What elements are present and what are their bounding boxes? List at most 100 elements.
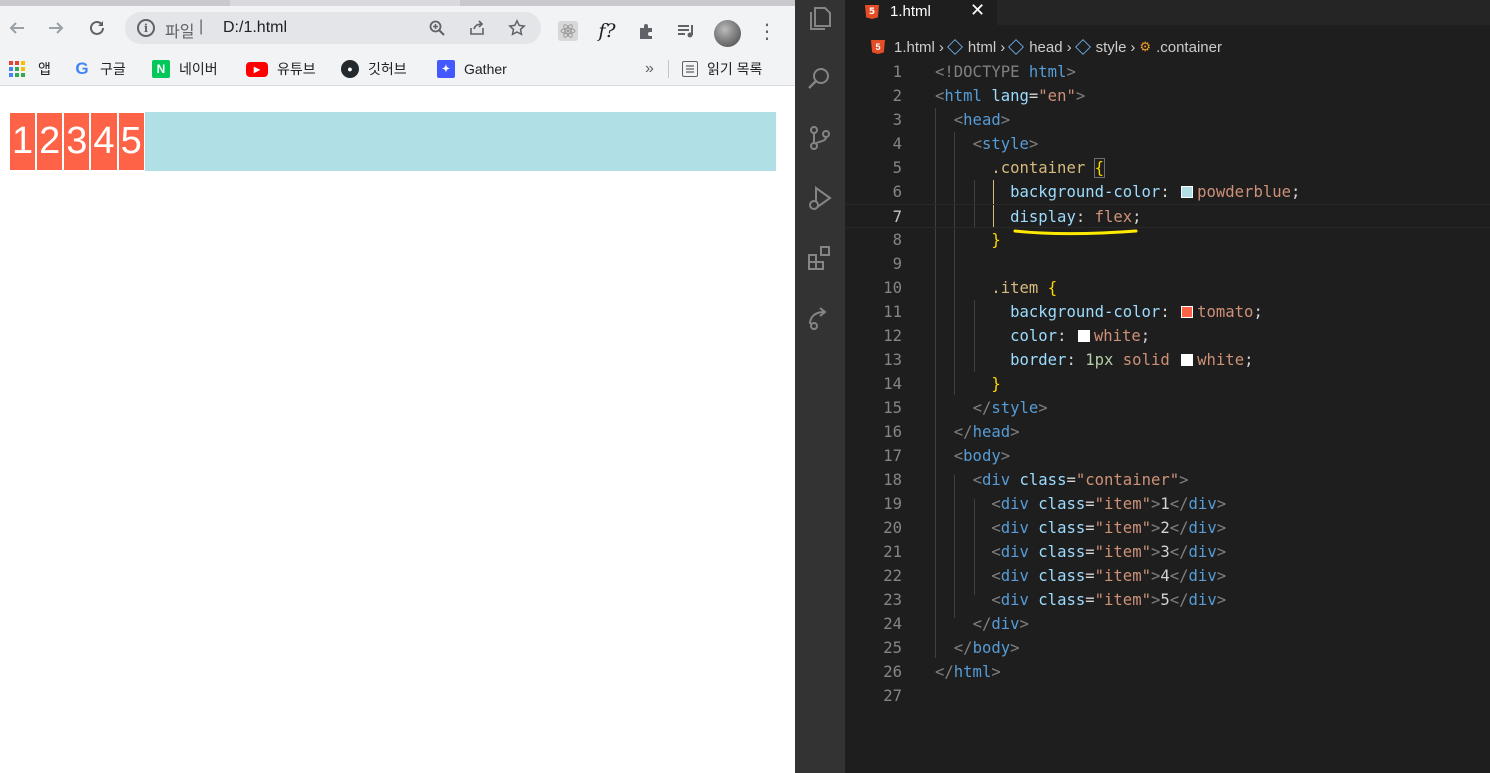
bookmark-google[interactable]: G 구글 — [73, 59, 125, 79]
github-icon: ● — [341, 60, 359, 78]
kebab-menu-icon[interactable]: ⋮ — [756, 19, 778, 43]
reading-list-button[interactable]: 읽기 목록 — [682, 59, 762, 79]
code-token: </ — [953, 639, 973, 657]
code-token: background-color — [1010, 183, 1161, 201]
explorer-icon[interactable] — [804, 2, 836, 34]
bookmark-label: Gather — [464, 61, 507, 77]
code-line: 10 .item { — [845, 276, 1490, 300]
color-swatch[interactable] — [1181, 186, 1194, 198]
reload-button[interactable] — [83, 14, 111, 42]
code-token: = — [1085, 591, 1095, 609]
code-token: > — [1216, 495, 1227, 513]
flex-item-2: 2 — [36, 112, 64, 171]
breadcrumb-item[interactable]: html — [946, 39, 996, 56]
zoom-icon[interactable] — [427, 18, 447, 38]
code-token: </ — [935, 663, 954, 681]
code-token: : — [1057, 327, 1067, 345]
code-token: < — [991, 591, 1001, 609]
extensions-icon[interactable] — [804, 242, 836, 274]
run-debug-icon[interactable] — [804, 182, 836, 214]
editor-tab-active[interactable]: 5 1.html ✕ — [845, 0, 997, 25]
code-token: html — [944, 87, 982, 105]
code-token: > — [1028, 135, 1039, 153]
bookmark-gather[interactable]: ✦ Gather — [437, 59, 507, 79]
bookmark-naver[interactable]: N 네이버 — [152, 59, 218, 79]
code-token: lang — [991, 87, 1029, 105]
react-devtools-icon[interactable] — [557, 20, 579, 42]
code-token: < — [991, 567, 1001, 585]
back-button[interactable] — [3, 14, 31, 42]
line-number: 24 — [883, 615, 902, 633]
breadcrumb-item[interactable]: 5 1.html — [871, 39, 935, 56]
code-token: </ — [953, 423, 973, 441]
html5-file-icon: 5 — [865, 5, 879, 19]
bookmark-youtube[interactable]: ▶ 유튜브 — [246, 59, 316, 79]
code-token: div — [1000, 519, 1029, 537]
code-token: div — [1000, 543, 1029, 561]
profile-avatar[interactable] — [714, 20, 741, 47]
formula-extension-icon[interactable]: f? — [596, 20, 618, 42]
code-token: class — [1038, 567, 1086, 585]
search-icon[interactable] — [804, 62, 836, 94]
code-token: 5 — [1160, 591, 1170, 609]
code-token: > — [1216, 591, 1227, 609]
bookmark-label: 깃허브 — [368, 61, 407, 77]
address-url[interactable]: D:/1.html — [223, 19, 287, 37]
code-token: "container" — [1075, 471, 1180, 489]
code-token: div — [1000, 567, 1029, 585]
more-bookmarks-button[interactable]: » — [645, 59, 654, 79]
code-token: </ — [972, 399, 992, 417]
close-icon[interactable]: ✕ — [970, 0, 985, 21]
code-token: > — [1150, 495, 1161, 513]
color-swatch[interactable] — [1181, 354, 1194, 366]
bookmarks-divider — [668, 60, 669, 78]
address-bar[interactable]: i 파일 | D:/1.html — [125, 12, 541, 44]
code-line: 4 <style> — [845, 132, 1490, 156]
code-token: > — [1066, 63, 1076, 81]
breadcrumb-item[interactable]: ⚙ .container — [1139, 39, 1222, 56]
line-number: 4 — [892, 135, 902, 153]
color-swatch[interactable] — [1181, 306, 1194, 318]
code-token: > — [1150, 567, 1161, 585]
code-token: style — [981, 135, 1029, 153]
code-token: class — [1038, 495, 1086, 513]
bookmark-github[interactable]: ● 깃허브 — [341, 59, 407, 79]
bookmark-apps[interactable]: 앱 — [9, 59, 51, 79]
line-number: 14 — [883, 375, 902, 393]
bookmark-star-icon[interactable] — [507, 18, 527, 38]
remote-explorer-icon[interactable] — [804, 302, 836, 334]
code-token: > — [1216, 519, 1227, 537]
media-queue-icon[interactable] — [676, 20, 698, 42]
code-token: < — [953, 447, 964, 465]
code-area[interactable]: 1 <!DOCTYPE html> 2 <html lang="en"> 3 <he… — [845, 60, 1490, 773]
extensions-puzzle-icon[interactable] — [636, 20, 658, 42]
code-token: display — [1010, 208, 1076, 226]
code-token: > — [1150, 519, 1161, 537]
code-token: powderblue — [1197, 183, 1291, 201]
code-token: 2 — [1160, 519, 1170, 537]
chevron-right-icon: › — [938, 38, 944, 56]
code-token: ; — [1253, 303, 1263, 321]
activity-bar — [795, 0, 845, 773]
color-swatch[interactable] — [1077, 330, 1090, 342]
breadcrumb-item[interactable]: head — [1008, 39, 1063, 56]
code-token: { — [1093, 158, 1106, 178]
reading-list-icon — [682, 61, 698, 77]
code-token: "item" — [1094, 591, 1151, 609]
code-line: 3 <head> — [845, 108, 1490, 132]
code-token: < — [972, 471, 982, 489]
code-line: 17 <body> — [845, 444, 1490, 468]
info-icon[interactable]: i — [137, 19, 155, 37]
share-icon[interactable] — [467, 18, 487, 38]
line-number: 22 — [883, 567, 902, 585]
line-number: 12 — [883, 327, 902, 345]
code-line: 5 .container { — [845, 156, 1490, 180]
forward-button[interactable] — [42, 14, 70, 42]
code-token: } — [991, 375, 1001, 393]
source-control-icon[interactable] — [804, 122, 836, 154]
code-line: 1 <!DOCTYPE html> — [845, 60, 1490, 84]
code-token: head — [963, 111, 1001, 129]
code-line: 15 </style> — [845, 396, 1490, 420]
breadcrumb-item[interactable]: style — [1074, 39, 1126, 56]
code-token: class — [1038, 519, 1086, 537]
